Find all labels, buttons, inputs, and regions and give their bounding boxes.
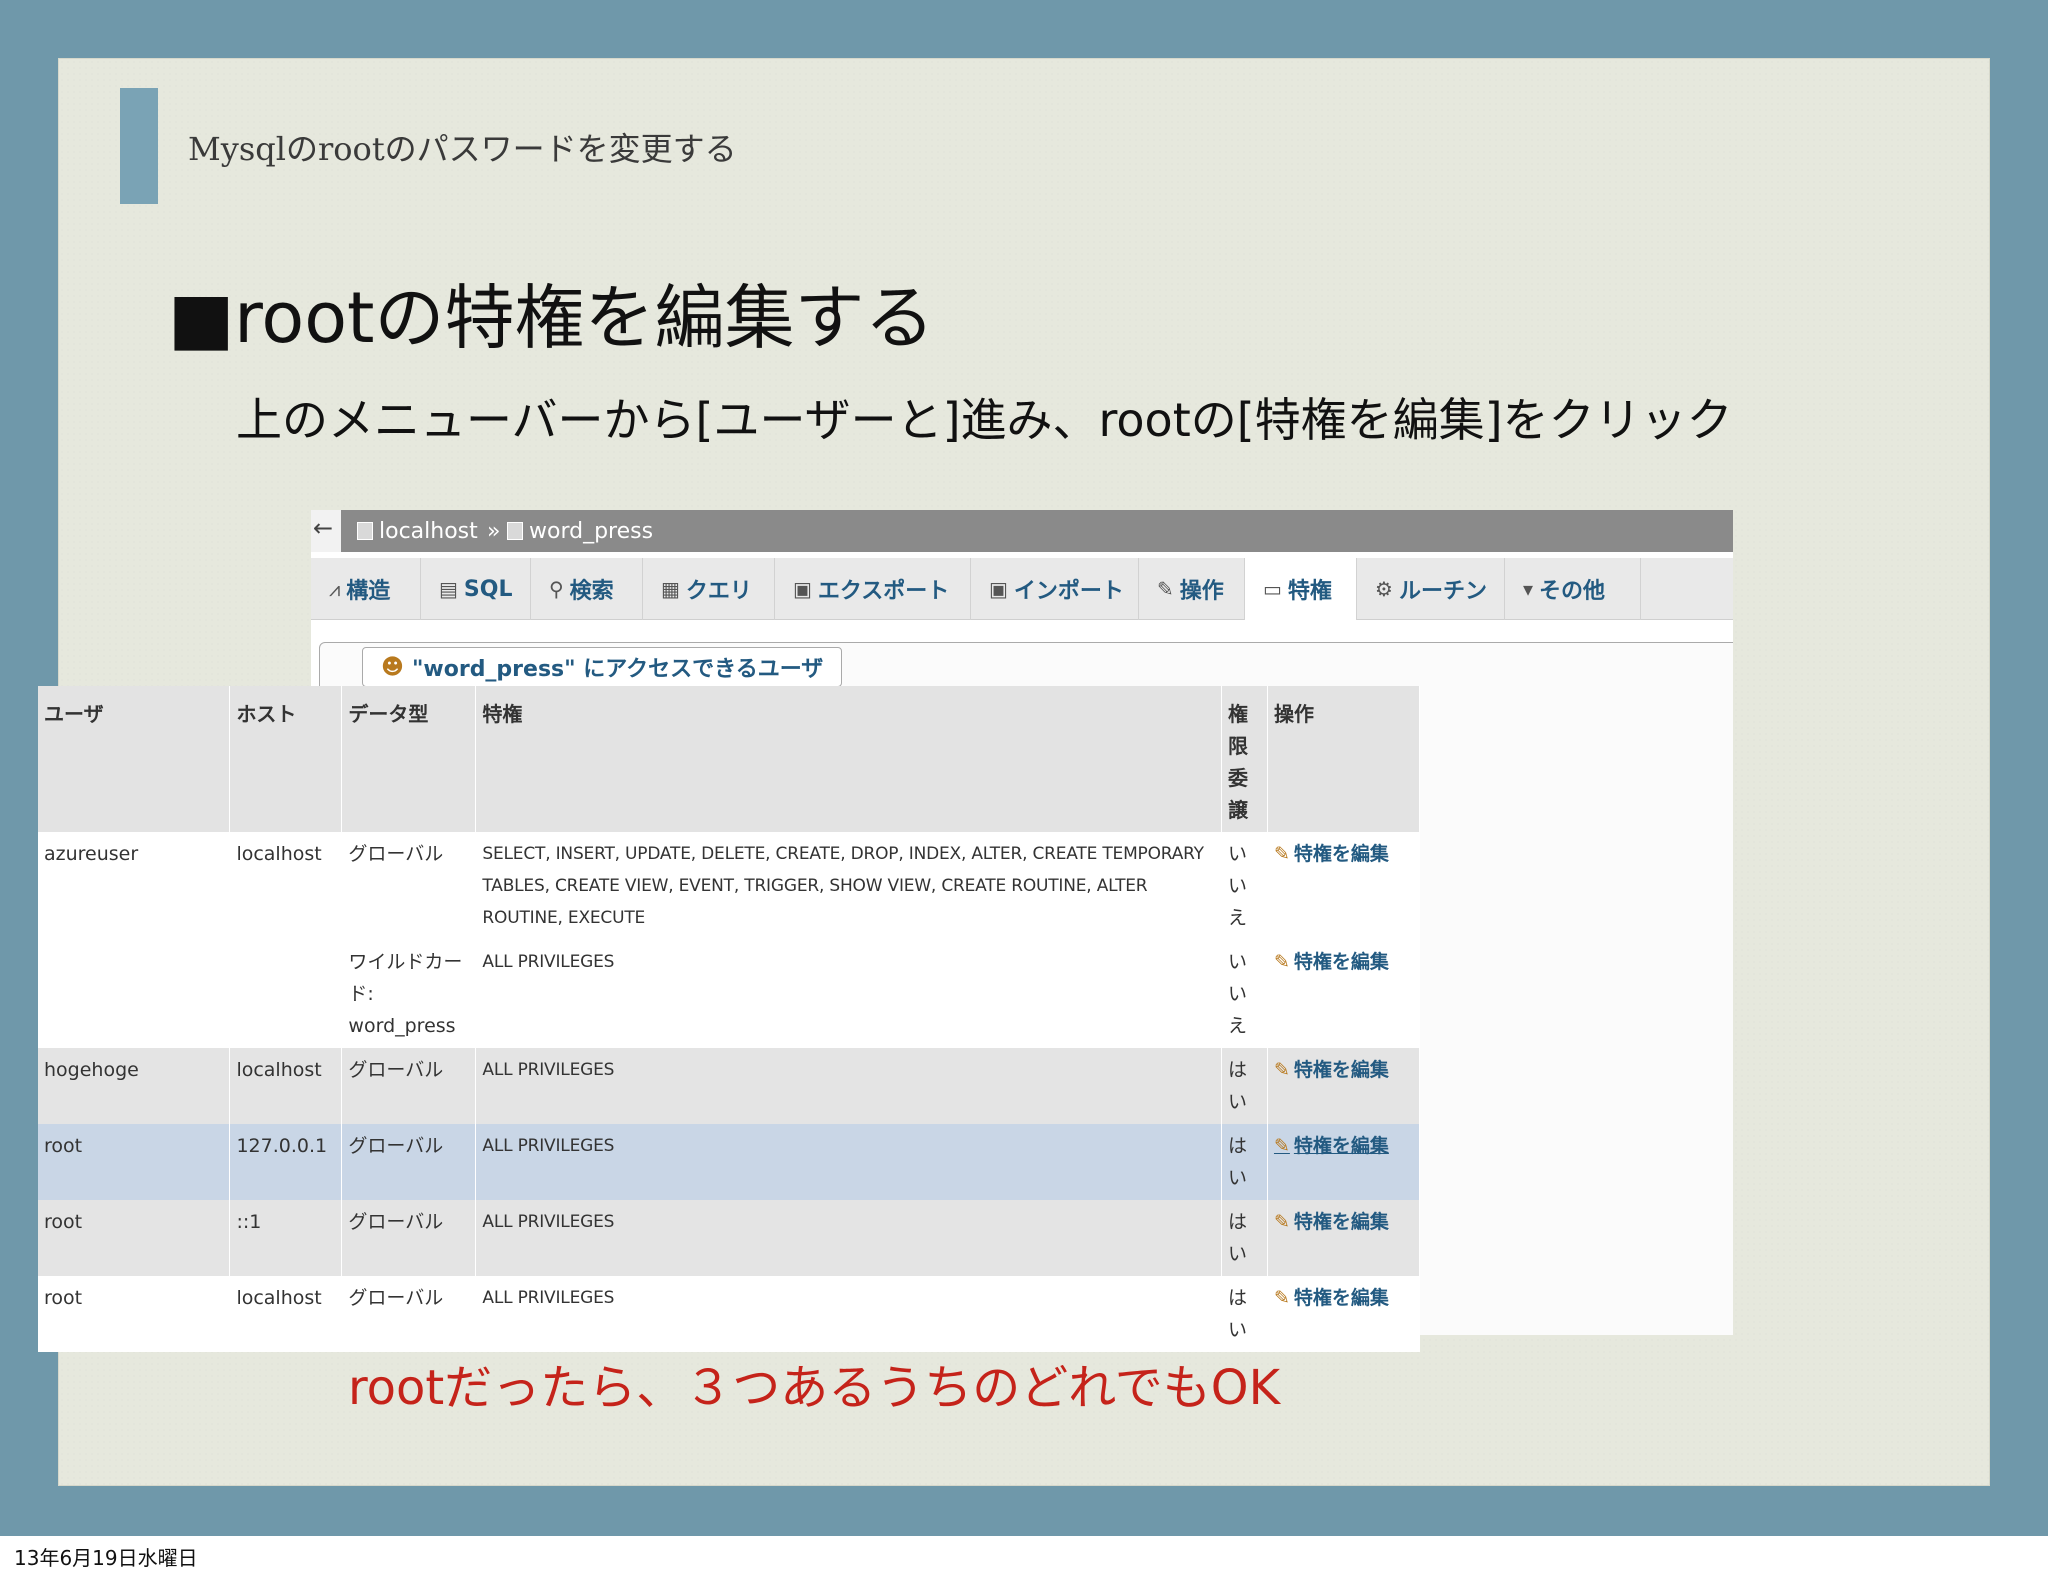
cell-host: localhost: [229, 1048, 343, 1124]
edit-privileges-link[interactable]: ✎ 特権を編集: [1267, 1048, 1421, 1124]
cell-privileges: ALL PRIVILEGES: [475, 1200, 1222, 1276]
breadcrumb: ← localhost » word_press: [311, 510, 1733, 552]
table-row: root ::1 グローバル ALL PRIVILEGES はい ✎ 特権を編集: [38, 1200, 1421, 1276]
cell-host: [229, 940, 343, 1048]
search-icon: ⚲: [549, 577, 564, 601]
cell-user: [38, 940, 231, 1048]
tab-operations[interactable]: ✎ 操作: [1139, 558, 1245, 620]
tab-query[interactable]: ▦ クエリ: [643, 558, 775, 620]
cell-privileges: ALL PRIVILEGES: [475, 1276, 1222, 1352]
cell-user: hogehoge: [38, 1048, 231, 1124]
cell-grant: はい: [1221, 1048, 1268, 1124]
column-action: 操作: [1267, 686, 1421, 832]
edit-user-icon: ✎: [1273, 1059, 1290, 1081]
back-arrow-icon[interactable]: ←: [313, 514, 333, 542]
cell-privileges: SELECT, INSERT, UPDATE, DELETE, CREATE, …: [475, 832, 1222, 940]
structure-icon: ⩘: [329, 577, 341, 601]
table-header-row: ユーザ ホスト データ型 特権 権限委譲 操作: [38, 686, 1421, 832]
cell-type: グローバル: [341, 1048, 477, 1124]
cell-type: グローバル: [341, 1124, 477, 1200]
breadcrumb-server[interactable]: localhost: [357, 519, 478, 544]
query-icon: ▦: [661, 577, 680, 601]
column-grant: 権限委譲: [1221, 686, 1268, 832]
tab-export[interactable]: ▣ エクスポート: [775, 558, 971, 620]
privileges-icon: ▭: [1263, 577, 1282, 601]
legend-text: "word_press" にアクセスできるユーザ: [411, 657, 824, 682]
wrench-icon: ✎: [1157, 577, 1174, 601]
cell-host: 127.0.0.1: [229, 1124, 343, 1200]
cell-privileges: ALL PRIVILEGES: [475, 1048, 1222, 1124]
edit-privileges-link[interactable]: ✎ 特権を編集: [1267, 1124, 1421, 1200]
cell-grant: はい: [1221, 1124, 1268, 1200]
tab-bar: ⩘ 構造 ▤ SQL ⚲ 検索 ▦ クエリ ▣ エクスポート ▣ インポート ✎ 操作 ▭ 特権…: [311, 558, 1733, 620]
cell-type: ワイルドカード: word_press: [341, 940, 477, 1048]
edit-user-icon: ✎: [1273, 1211, 1290, 1233]
column-privileges: 特権: [475, 686, 1222, 832]
breadcrumb-bar: localhost » word_press: [341, 510, 1733, 552]
breadcrumb-database-label: word_press: [529, 519, 654, 544]
edit-user-icon: ✎: [1273, 951, 1290, 973]
column-user: ユーザ: [38, 686, 231, 832]
cell-host: ::1: [229, 1200, 343, 1276]
table-row-highlighted: root 127.0.0.1 グローバル ALL PRIVILEGES はい ✎…: [38, 1124, 1421, 1200]
cell-user: root: [38, 1276, 231, 1352]
column-host: ホスト: [229, 686, 343, 832]
table-row: hogehoge localhost グローバル ALL PRIVILEGES …: [38, 1048, 1421, 1124]
server-icon: [357, 522, 373, 540]
cell-user: azureuser: [38, 832, 231, 940]
table-row: root localhost グローバル ALL PRIVILEGES はい ✎…: [38, 1276, 1421, 1352]
tab-structure[interactable]: ⩘ 構造: [311, 558, 421, 620]
header-title: Mysqlのrootのパスワードを変更する: [188, 130, 737, 168]
cell-host: localhost: [229, 1276, 343, 1352]
export-icon: ▣: [793, 577, 812, 601]
tab-more[interactable]: ▾ その他: [1505, 558, 1641, 620]
edit-user-icon: ✎: [1273, 1135, 1290, 1157]
cell-type: グローバル: [341, 832, 477, 940]
edit-privileges-link[interactable]: ✎ 特権を編集: [1267, 832, 1421, 940]
cell-type: グローバル: [341, 1200, 477, 1276]
table-row: azureuser localhost グローバル SELECT, INSERT…: [38, 832, 1421, 940]
cell-grant: いいえ: [1221, 940, 1268, 1048]
slide-note: rootだったら、３つあるうちのどれでもOK: [348, 1360, 1281, 1416]
cell-host: localhost: [229, 832, 343, 940]
header-accent-bar: [120, 88, 158, 204]
breadcrumb-separator: »: [487, 519, 501, 544]
slide-heading: ■rootの特権を編集する: [168, 277, 935, 359]
tab-routines[interactable]: ⚙ ルーチン: [1357, 558, 1505, 620]
cell-user: root: [38, 1124, 231, 1200]
users-privileges-table: ユーザ ホスト データ型 特権 権限委譲 操作 azureuser localh…: [38, 686, 1421, 1352]
import-icon: ▣: [989, 577, 1008, 601]
cell-type: グローバル: [341, 1276, 477, 1352]
table-row: ワイルドカード: word_press ALL PRIVILEGES いいえ ✎…: [38, 940, 1421, 1048]
breadcrumb-database[interactable]: word_press: [507, 519, 653, 544]
edit-privileges-link[interactable]: ✎ 特権を編集: [1267, 1200, 1421, 1276]
tab-import[interactable]: ▣ インポート: [971, 558, 1139, 620]
column-type: データ型: [341, 686, 477, 832]
cell-grant: はい: [1221, 1276, 1268, 1352]
cell-grant: はい: [1221, 1200, 1268, 1276]
fieldset-legend: ☻ "word_press" にアクセスできるユーザ: [362, 647, 843, 687]
tab-search[interactable]: ⚲ 検索: [531, 558, 643, 620]
chevron-down-icon: ▾: [1523, 577, 1534, 601]
edit-privileges-link[interactable]: ✎ 特権を編集: [1267, 940, 1421, 1048]
routines-icon: ⚙: [1375, 577, 1393, 601]
tab-privileges[interactable]: ▭ 特権: [1245, 558, 1357, 620]
instruction-text: 上のメニューバーから[ユーザーと]進み、rootの[特権を編集]をクリック: [236, 393, 1733, 447]
database-icon: [507, 522, 523, 540]
cell-user: root: [38, 1200, 231, 1276]
cell-privileges: ALL PRIVILEGES: [475, 1124, 1222, 1200]
users-icon: ☻: [381, 654, 404, 680]
edit-user-icon: ✎: [1273, 843, 1290, 865]
edit-user-icon: ✎: [1273, 1287, 1290, 1309]
date-label: 13年6月19日水曜日: [14, 1546, 198, 1570]
tab-sql[interactable]: ▤ SQL: [421, 558, 531, 620]
cell-privileges: ALL PRIVILEGES: [475, 940, 1222, 1048]
sql-icon: ▤: [439, 577, 458, 601]
breadcrumb-server-label: localhost: [379, 519, 478, 544]
edit-privileges-link[interactable]: ✎ 特権を編集: [1267, 1276, 1421, 1352]
cell-grant: いいえ: [1221, 832, 1268, 940]
